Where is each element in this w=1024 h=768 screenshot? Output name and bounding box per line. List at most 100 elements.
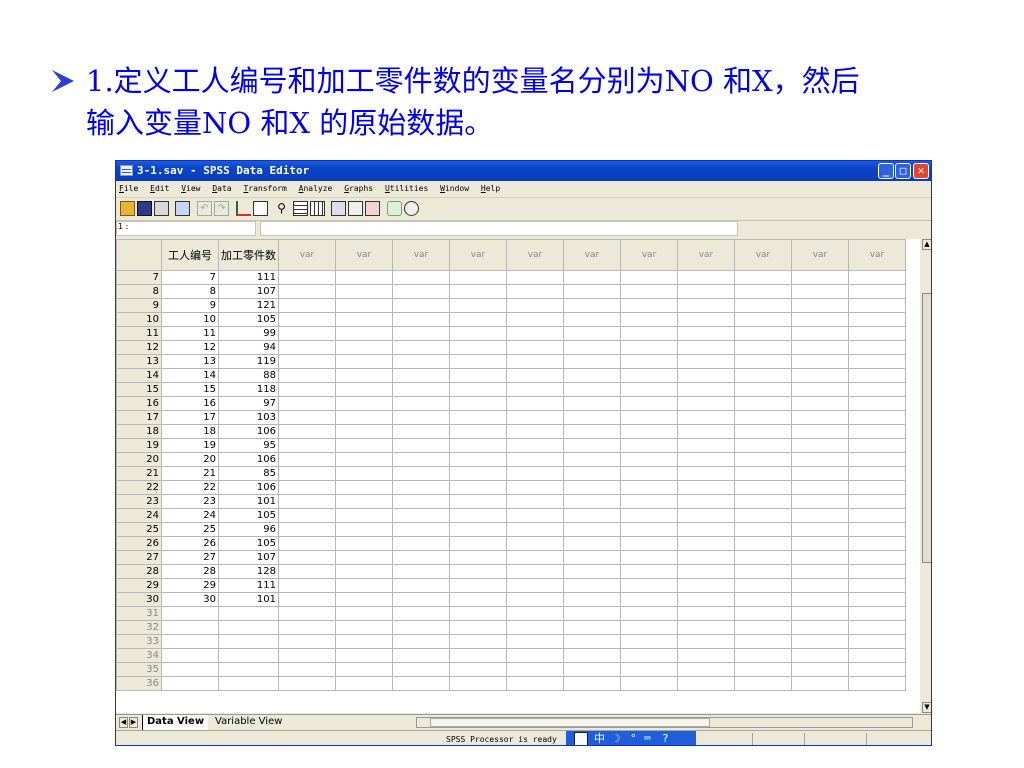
empty-cell[interactable] [677,592,735,607]
column-header-var[interactable]: var [620,239,678,271]
empty-cell[interactable] [506,564,564,579]
empty-cell[interactable] [506,620,564,635]
empty-cell[interactable] [392,480,450,495]
empty-cell[interactable] [449,550,507,565]
redo-icon[interactable]: ↷ [214,201,229,216]
ime-toolbar[interactable]: 中 ☽ ° ⌨ ? [566,731,696,745]
empty-cell[interactable] [563,522,621,537]
empty-cell[interactable] [848,438,906,453]
row-header[interactable]: 11 [116,326,162,341]
empty-cell[interactable] [392,354,450,369]
empty-cell[interactable] [449,564,507,579]
empty-cell[interactable] [506,270,564,285]
empty-cell[interactable] [563,340,621,355]
empty-cell[interactable] [563,270,621,285]
empty-cell[interactable] [848,578,906,593]
empty-cell[interactable] [734,522,792,537]
cell-no[interactable]: 12 [161,340,219,355]
empty-cell[interactable] [278,634,336,649]
empty-cell[interactable] [791,410,849,425]
empty-cell[interactable] [620,480,678,495]
empty-cell[interactable] [620,382,678,397]
empty-cell[interactable] [335,648,393,663]
empty-cell[interactable] [848,298,906,313]
empty-cell[interactable] [848,270,906,285]
empty-cell[interactable] [848,410,906,425]
row-header[interactable]: 15 [116,382,162,397]
empty-cell[interactable] [278,340,336,355]
column-header-var[interactable]: var [335,239,393,271]
empty-cell[interactable] [506,326,564,341]
undo-icon[interactable]: ↶ [197,201,212,216]
insert-case-icon[interactable] [293,201,308,216]
empty-cell[interactable] [848,550,906,565]
empty-cell[interactable] [620,536,678,551]
empty-cell[interactable] [335,578,393,593]
row-header[interactable]: 7 [116,270,162,285]
empty-cell[interactable] [791,270,849,285]
empty-cell[interactable] [392,606,450,621]
empty-cell[interactable] [848,564,906,579]
empty-cell[interactable] [335,382,393,397]
empty-cell[interactable] [734,340,792,355]
cell-no[interactable]: 21 [161,466,219,481]
empty-cell[interactable] [848,494,906,509]
empty-cell[interactable] [791,382,849,397]
empty-cell[interactable] [620,368,678,383]
empty-cell[interactable] [278,620,336,635]
column-header-no[interactable]: 工人编号 [161,239,219,271]
empty-cell[interactable] [848,396,906,411]
cell-x[interactable] [218,606,279,621]
menu-data[interactable]: Data [209,181,235,197]
empty-cell[interactable] [506,284,564,299]
row-header[interactable]: 33 [116,634,162,649]
cell-x[interactable]: 103 [218,410,279,425]
empty-cell[interactable] [449,284,507,299]
empty-cell[interactable] [392,648,450,663]
empty-cell[interactable] [848,452,906,467]
empty-cell[interactable] [278,536,336,551]
empty-cell[interactable] [791,676,849,691]
empty-cell[interactable] [449,410,507,425]
row-header[interactable]: 8 [116,284,162,299]
cell-x[interactable] [218,620,279,635]
empty-cell[interactable] [563,438,621,453]
row-header[interactable]: 20 [116,452,162,467]
empty-cell[interactable] [734,578,792,593]
column-header-var[interactable]: var [677,239,735,271]
empty-cell[interactable] [506,676,564,691]
empty-cell[interactable] [335,396,393,411]
empty-cell[interactable] [677,382,735,397]
cell-x[interactable] [218,676,279,691]
empty-cell[interactable] [392,508,450,523]
empty-cell[interactable] [677,270,735,285]
empty-cell[interactable] [506,312,564,327]
empty-cell[interactable] [392,438,450,453]
cell-no[interactable]: 18 [161,424,219,439]
empty-cell[interactable] [278,578,336,593]
cell-no[interactable] [161,606,219,621]
row-header[interactable]: 35 [116,662,162,677]
empty-cell[interactable] [677,438,735,453]
empty-cell[interactable] [506,438,564,453]
empty-cell[interactable] [335,676,393,691]
empty-cell[interactable] [791,662,849,677]
empty-cell[interactable] [791,396,849,411]
row-header[interactable]: 14 [116,368,162,383]
cell-x[interactable]: 128 [218,564,279,579]
empty-cell[interactable] [791,354,849,369]
cell-x[interactable]: 94 [218,340,279,355]
empty-cell[interactable] [563,620,621,635]
empty-cell[interactable] [677,522,735,537]
menu-graphs[interactable]: Graphs [341,181,377,197]
menu-transform[interactable]: Transform [240,181,290,197]
empty-cell[interactable] [392,368,450,383]
empty-cell[interactable] [620,620,678,635]
empty-cell[interactable] [449,382,507,397]
empty-cell[interactable] [677,648,735,663]
cell-no[interactable]: 23 [161,494,219,509]
dialog-recall-icon[interactable] [175,201,190,216]
empty-cell[interactable] [620,284,678,299]
title-bar[interactable]: 3-1.sav - SPSS Data Editor _ □ ✕ [116,161,931,181]
empty-cell[interactable] [278,410,336,425]
